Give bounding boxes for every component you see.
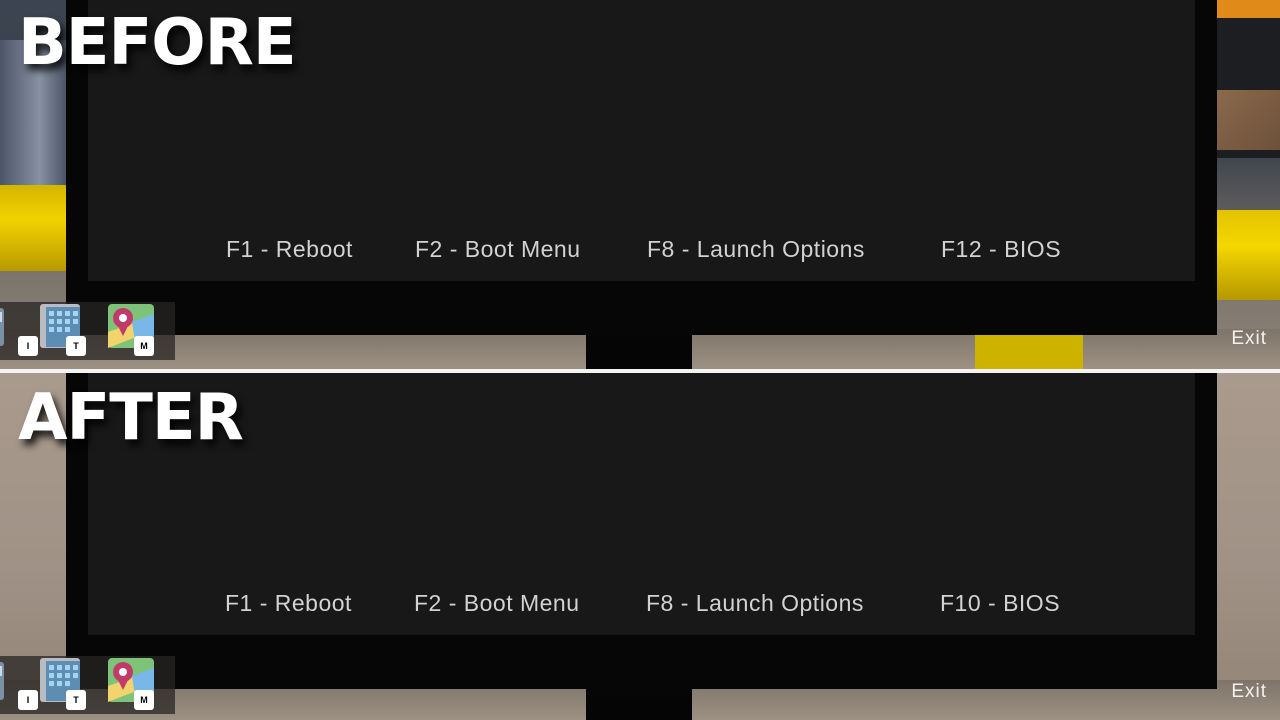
exit-button[interactable]: Exit	[1231, 328, 1267, 350]
exit-button[interactable]: Exit	[1231, 681, 1267, 703]
hotbar-slot-inventory[interactable]: I	[0, 656, 40, 710]
hotbar-slot-tablet[interactable]: T	[38, 302, 88, 356]
fkey-boot-menu[interactable]: F2 - Boot Menu	[414, 590, 580, 617]
function-key-row: F1 - Reboot F2 - Boot Menu F8 - Launch O…	[0, 590, 1280, 620]
hotkey-badge: T	[66, 336, 86, 356]
hotkey-badge: I	[18, 690, 38, 710]
hotbar-slot-map[interactable]: M	[106, 302, 156, 356]
hotkey-badge: T	[66, 690, 86, 710]
orange-object-right	[1214, 0, 1280, 18]
hotkey-badge: M	[134, 336, 154, 356]
panel-divider	[0, 369, 1280, 373]
hotkey-badge: I	[18, 336, 38, 356]
monitor-stand	[586, 335, 692, 369]
fkey-boot-menu[interactable]: F2 - Boot Menu	[415, 236, 581, 263]
fkey-launch-options[interactable]: F8 - Launch Options	[647, 236, 865, 263]
monitor-stand	[586, 689, 692, 720]
function-key-row: F1 - Reboot F2 - Boot Menu F8 - Launch O…	[0, 236, 1280, 266]
before-panel: ​ F1 - Reboot F2 - Boot Menu F8 - Launch…	[0, 0, 1280, 369]
fkey-reboot[interactable]: F1 - Reboot	[225, 590, 352, 617]
comparison-banner: BEFORE	[18, 6, 297, 80]
hotbar: I T M	[0, 302, 175, 360]
wooden-crate-right	[1214, 90, 1280, 150]
fkey-reboot[interactable]: F1 - Reboot	[226, 236, 353, 263]
fkey-bios[interactable]: F10 - BIOS	[940, 590, 1060, 617]
comparison-banner: AFTER	[18, 381, 244, 455]
hotbar-slot-map[interactable]: M	[106, 656, 156, 710]
yellow-floor-marker	[975, 334, 1083, 369]
after-panel: F1 - Reboot F2 - Boot Menu F8 - Launch O…	[0, 373, 1280, 720]
fkey-bios[interactable]: F12 - BIOS	[941, 236, 1061, 263]
hotbar-slot-tablet[interactable]: T	[38, 656, 88, 710]
hotkey-badge: M	[134, 690, 154, 710]
hotbar: I T M	[0, 656, 175, 714]
fkey-launch-options[interactable]: F8 - Launch Options	[646, 590, 864, 617]
hotbar-slot-inventory[interactable]: I	[0, 302, 40, 356]
